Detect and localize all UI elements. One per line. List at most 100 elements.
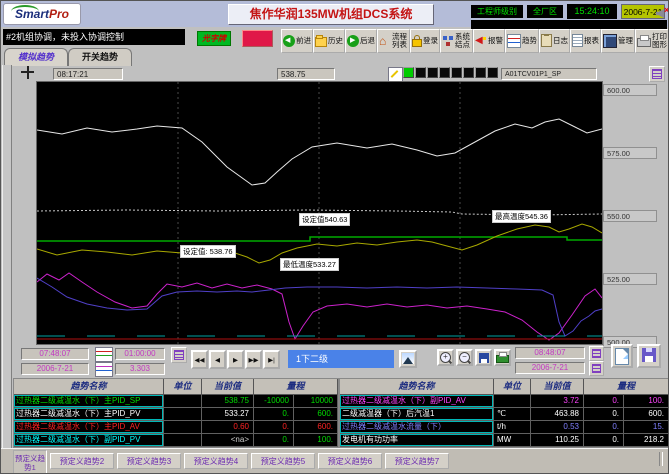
column-header-range: 量程	[254, 379, 338, 395]
toolbar-button-label: 后退	[360, 35, 375, 46]
end-time-calendar-icon[interactable]	[589, 346, 604, 361]
range-low-cell[interactable]: 0.	[584, 434, 624, 447]
bottom-tab-4[interactable]: 预定义趋势4	[184, 453, 248, 469]
range-low-cell[interactable]: 0.	[584, 395, 624, 408]
toolbar-button-process-list[interactable]: 流程列表	[377, 29, 410, 53]
trend-plot[interactable]: 设定值540.63最高温度545.36设定值: 538.76最低温度533.27	[36, 81, 603, 345]
bottom-tab-3[interactable]: 预定义趋势3	[117, 453, 181, 469]
range-high-cell[interactable]: 15.	[624, 421, 669, 434]
toolbar-button-login[interactable]: 登录	[410, 29, 440, 53]
fast-forward-button[interactable]: ▶▶	[245, 350, 262, 369]
toolbar-button-back[interactable]: 后退	[345, 29, 377, 53]
pen-color-box[interactable]	[403, 67, 414, 78]
pen-color-box[interactable]	[451, 67, 462, 78]
range-high-cell[interactable]: 600.	[294, 408, 338, 421]
speaker-muted-icon[interactable]	[655, 6, 669, 20]
toolbar-button-alarm[interactable]: 报警	[473, 29, 505, 53]
save-file-button[interactable]	[637, 344, 661, 368]
trend-group-name[interactable]: 1下二级	[288, 350, 394, 368]
range-low-cell[interactable]: 0.	[584, 421, 624, 434]
bottom-tab-2[interactable]: 预定义趋势2	[50, 453, 114, 469]
pen-color-box[interactable]	[463, 67, 474, 78]
trend-name-cell[interactable]: 过热器二级减温水（下）主PID_AV	[14, 421, 164, 434]
end-time-box[interactable]: 08:48:07	[515, 347, 585, 359]
toolbar-button-history[interactable]: 历史	[313, 29, 345, 53]
tab-analog-trend[interactable]: 模拟趋势	[4, 48, 68, 66]
end-date-calendar-icon[interactable]	[589, 361, 604, 376]
trend-name-cell[interactable]: 发电机有功功率	[340, 434, 494, 447]
tab-switch-trend[interactable]: 开关趋势	[68, 48, 132, 66]
end-date-box[interactable]: 2006-7-21	[515, 362, 585, 374]
zoom-out-button[interactable]: −	[456, 349, 473, 366]
rewind-button[interactable]: ◀◀	[191, 350, 208, 369]
range-low-cell[interactable]: -10000	[254, 395, 294, 408]
pen-color-box[interactable]	[415, 67, 426, 78]
toolbar-button-system-node[interactable]: 系统结点	[440, 29, 473, 53]
trend-name-cell[interactable]: 二级减温器（下）后汽温1	[340, 408, 494, 421]
jump-end-button[interactable]: ▶|	[263, 350, 280, 369]
toolbar-button-label: 趋势	[522, 35, 537, 46]
trend-name-cell[interactable]: 过热器二级减温水（下）副PID_AV	[340, 395, 494, 408]
interval-chart-icon[interactable]	[95, 362, 113, 377]
toolbar-button-forward[interactable]: 前进	[281, 29, 313, 53]
range-high-cell[interactable]: 100.	[294, 434, 338, 447]
trend-preview-button[interactable]	[399, 350, 417, 368]
logo-text-pro: Pro	[49, 7, 69, 21]
calendar-icon[interactable]	[171, 347, 187, 363]
new-trend-button[interactable]	[611, 344, 633, 368]
left-splitter[interactable]	[2, 65, 12, 448]
trend-mini-chart-icon[interactable]	[95, 347, 113, 362]
bottom-tab-5[interactable]: 预定义趋势5	[251, 453, 315, 469]
system-node-icon	[442, 35, 454, 47]
trend-name-cell[interactable]: 过热器二级减温水（下）主PID_PV	[14, 408, 164, 421]
toolbar-button-print[interactable]: 打印图形	[635, 29, 669, 53]
pen-color-box[interactable]	[487, 67, 498, 78]
step-back-button[interactable]: ◀	[209, 350, 226, 369]
range-low-cell[interactable]: 0.	[584, 408, 624, 421]
sample-interval-box[interactable]: 3.303	[115, 363, 165, 375]
range-low-cell[interactable]: 0.	[254, 434, 294, 447]
bottom-tab-6[interactable]: 预定义趋势6	[318, 453, 382, 469]
trend-grid-button[interactable]	[649, 66, 665, 82]
range-low-cell[interactable]: 0.	[254, 421, 294, 434]
trend-value-label: 设定值: 538.76	[180, 245, 236, 258]
trend-name-cell[interactable]: 过热器二级减温水（下）副PID_PV	[14, 434, 164, 447]
range-low-cell[interactable]: 0.	[254, 408, 294, 421]
process-list-icon	[379, 35, 391, 47]
start-date-box[interactable]: 2006-7-21	[21, 363, 89, 375]
tag-name-box: A01TCV01P1_SP	[501, 68, 597, 80]
start-time-box[interactable]: 07:48:07	[21, 348, 89, 360]
current-value-cell: 533.27	[202, 408, 254, 421]
print-trend-button[interactable]	[494, 349, 511, 366]
alarm-panel-button[interactable]: 光字牌	[197, 31, 231, 46]
time-span-box[interactable]: 01:00:00	[115, 348, 165, 360]
pen-edit-icon[interactable]	[388, 67, 403, 82]
pen-color-box[interactable]	[439, 67, 450, 78]
save-trend-button[interactable]	[475, 349, 492, 366]
unit-cell: ℃	[494, 408, 531, 421]
range-high-cell[interactable]: 600.	[624, 408, 669, 421]
range-high-cell[interactable]: 10000	[294, 395, 338, 408]
bottom-tab-1[interactable]: 预定义趋势1	[13, 450, 47, 474]
toolbar-button-report[interactable]: 报表	[570, 29, 601, 53]
current-value-cell: 538.75	[202, 395, 254, 408]
pen-color-box[interactable]	[427, 67, 438, 78]
trend-name-cell[interactable]: 过热器二级减温水流量（下）	[340, 421, 494, 434]
range-high-cell[interactable]: 218.2	[624, 434, 669, 447]
alarm-indicator[interactable]	[242, 30, 273, 47]
crosshair-icon[interactable]	[21, 66, 34, 79]
toolbar-button-label: 日志	[553, 35, 568, 46]
toolbar-button-trend[interactable]: 趋势	[505, 29, 539, 53]
toolbar-button-label: 打印图形	[652, 33, 668, 48]
toolbar-button-log[interactable]: 日志	[539, 29, 570, 53]
pen-color-box[interactable]	[475, 67, 486, 78]
trend-name-cell[interactable]: 过热器二级减温水（下）主PID_SP	[14, 395, 164, 408]
bottom-tab-7[interactable]: 预定义趋势7	[385, 453, 449, 469]
zoom-in-button[interactable]: +	[437, 349, 454, 366]
step-forward-button[interactable]: ▶	[227, 350, 244, 369]
range-high-cell[interactable]: 100.	[624, 395, 669, 408]
unit-cell: t/h	[494, 421, 531, 434]
y-axis-labels: 600.00575.00550.00525.00500.00	[603, 82, 661, 344]
toolbar-button-manage[interactable]: 管理	[601, 29, 635, 53]
range-high-cell[interactable]: 600.	[294, 421, 338, 434]
